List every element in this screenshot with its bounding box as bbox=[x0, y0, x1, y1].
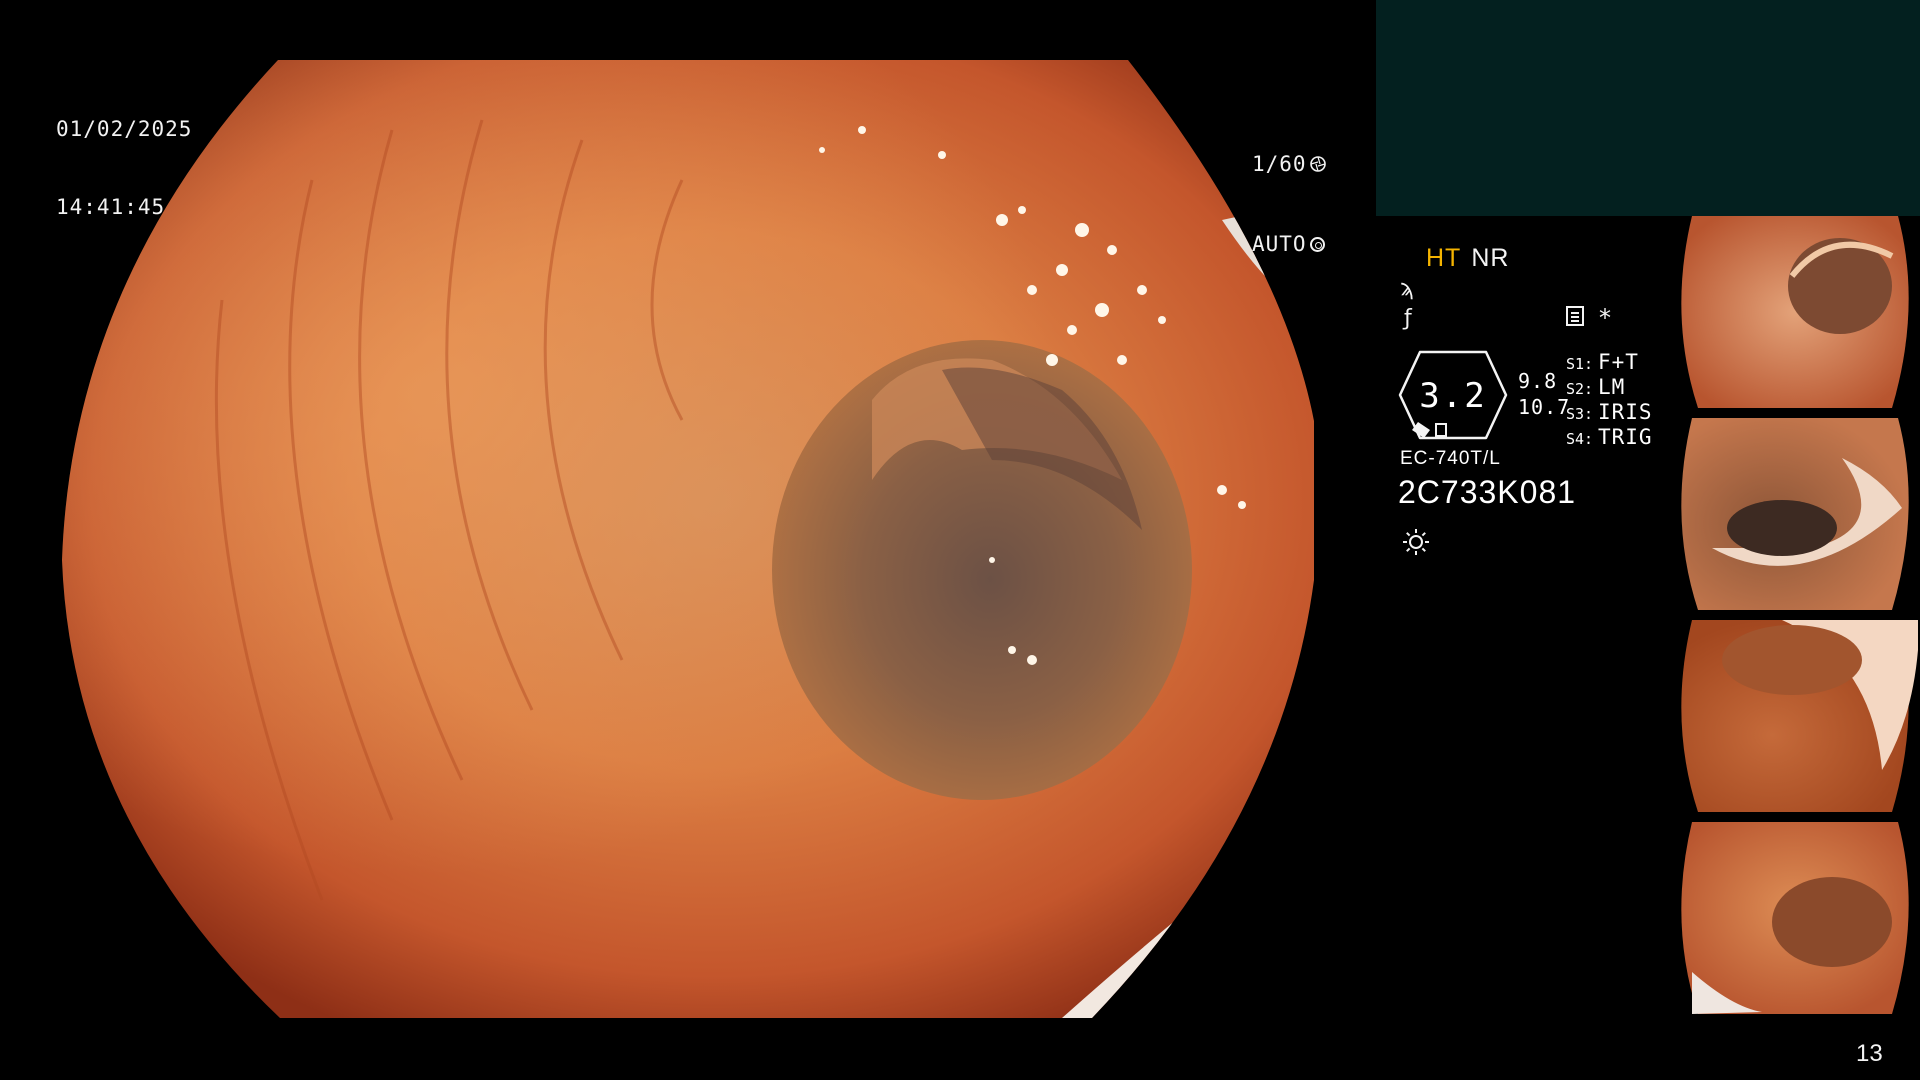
scope-switch-list: S1: F+T S2: LM S3: IRIS S4: TRIG bbox=[1566, 350, 1653, 450]
scope-model: EC-740T/L bbox=[1400, 448, 1501, 469]
switch-key: S3: bbox=[1566, 405, 1594, 423]
switch-value: F+T bbox=[1598, 350, 1639, 374]
mode-nr: NR bbox=[1471, 244, 1510, 272]
switch-row: S2: LM bbox=[1566, 375, 1653, 400]
exposure-text: AUTO bbox=[1252, 232, 1307, 256]
switch-key: S2: bbox=[1566, 380, 1594, 398]
aperture-icon bbox=[1309, 156, 1326, 172]
zoom-value: 3.2 bbox=[1419, 376, 1487, 416]
scope-serial: 2C733K081 bbox=[1398, 474, 1577, 510]
switch-row: S3: IRIS bbox=[1566, 400, 1653, 425]
date-text: 01/02/2025 bbox=[56, 117, 193, 141]
switch-key: S4: bbox=[1566, 430, 1594, 448]
date-time-readout: 01/02/2025 14:41:45 bbox=[56, 64, 192, 272]
mode-indicators: HT NR bbox=[1426, 244, 1509, 273]
switch-value: IRIS bbox=[1598, 400, 1653, 424]
page-number: 13 bbox=[1856, 1040, 1883, 1067]
switch-row: S1: F+T bbox=[1566, 350, 1653, 375]
endoscopy-screen: 01/02/2025 14:41:45 1/60 AUTO HT NR ϡ ƒ * bbox=[0, 0, 1920, 1080]
sun-icon bbox=[1403, 529, 1429, 555]
value-top: 9.8 bbox=[1518, 369, 1558, 393]
switch-value: LM bbox=[1598, 375, 1626, 399]
thumbnail-1[interactable] bbox=[1672, 216, 1918, 408]
exposure-row: AUTO bbox=[1252, 230, 1326, 258]
curve-icon: ϡ bbox=[1400, 276, 1414, 301]
switch-row: S4: TRIG bbox=[1566, 425, 1653, 450]
mode-ht: HT bbox=[1426, 244, 1462, 272]
measurement-values: 9.8 10.7 bbox=[1518, 368, 1570, 420]
zoom-badge: 3.2 bbox=[1398, 350, 1508, 440]
asterisk-icon: * bbox=[1599, 304, 1611, 332]
enhance-icon: ƒ bbox=[1404, 306, 1412, 331]
shutter-text: 1/60 bbox=[1252, 152, 1307, 176]
endoscope-live-image bbox=[62, 60, 1314, 1018]
switch-key: S1: bbox=[1566, 355, 1594, 373]
shutter-readout: 1/60 AUTO bbox=[1252, 98, 1326, 310]
ring-icon bbox=[1309, 236, 1325, 252]
time-text: 14:41:45 bbox=[56, 195, 166, 219]
value-bottom: 10.7 bbox=[1518, 395, 1571, 419]
shutter-row: 1/60 bbox=[1252, 150, 1326, 178]
thumbnail-4[interactable] bbox=[1672, 822, 1918, 1014]
thumbnail-3[interactable] bbox=[1672, 620, 1918, 812]
switch-value: TRIG bbox=[1598, 425, 1653, 449]
top-right-panel bbox=[1376, 0, 1920, 216]
processor-info-panel: HT NR ϡ ƒ * 3.2 9.8 10.7 S1: F+T S2: LM bbox=[1396, 238, 1652, 578]
thumbnail-2[interactable] bbox=[1672, 418, 1918, 610]
capture-thumbnails bbox=[1670, 216, 1920, 1016]
document-icon bbox=[1566, 306, 1584, 326]
